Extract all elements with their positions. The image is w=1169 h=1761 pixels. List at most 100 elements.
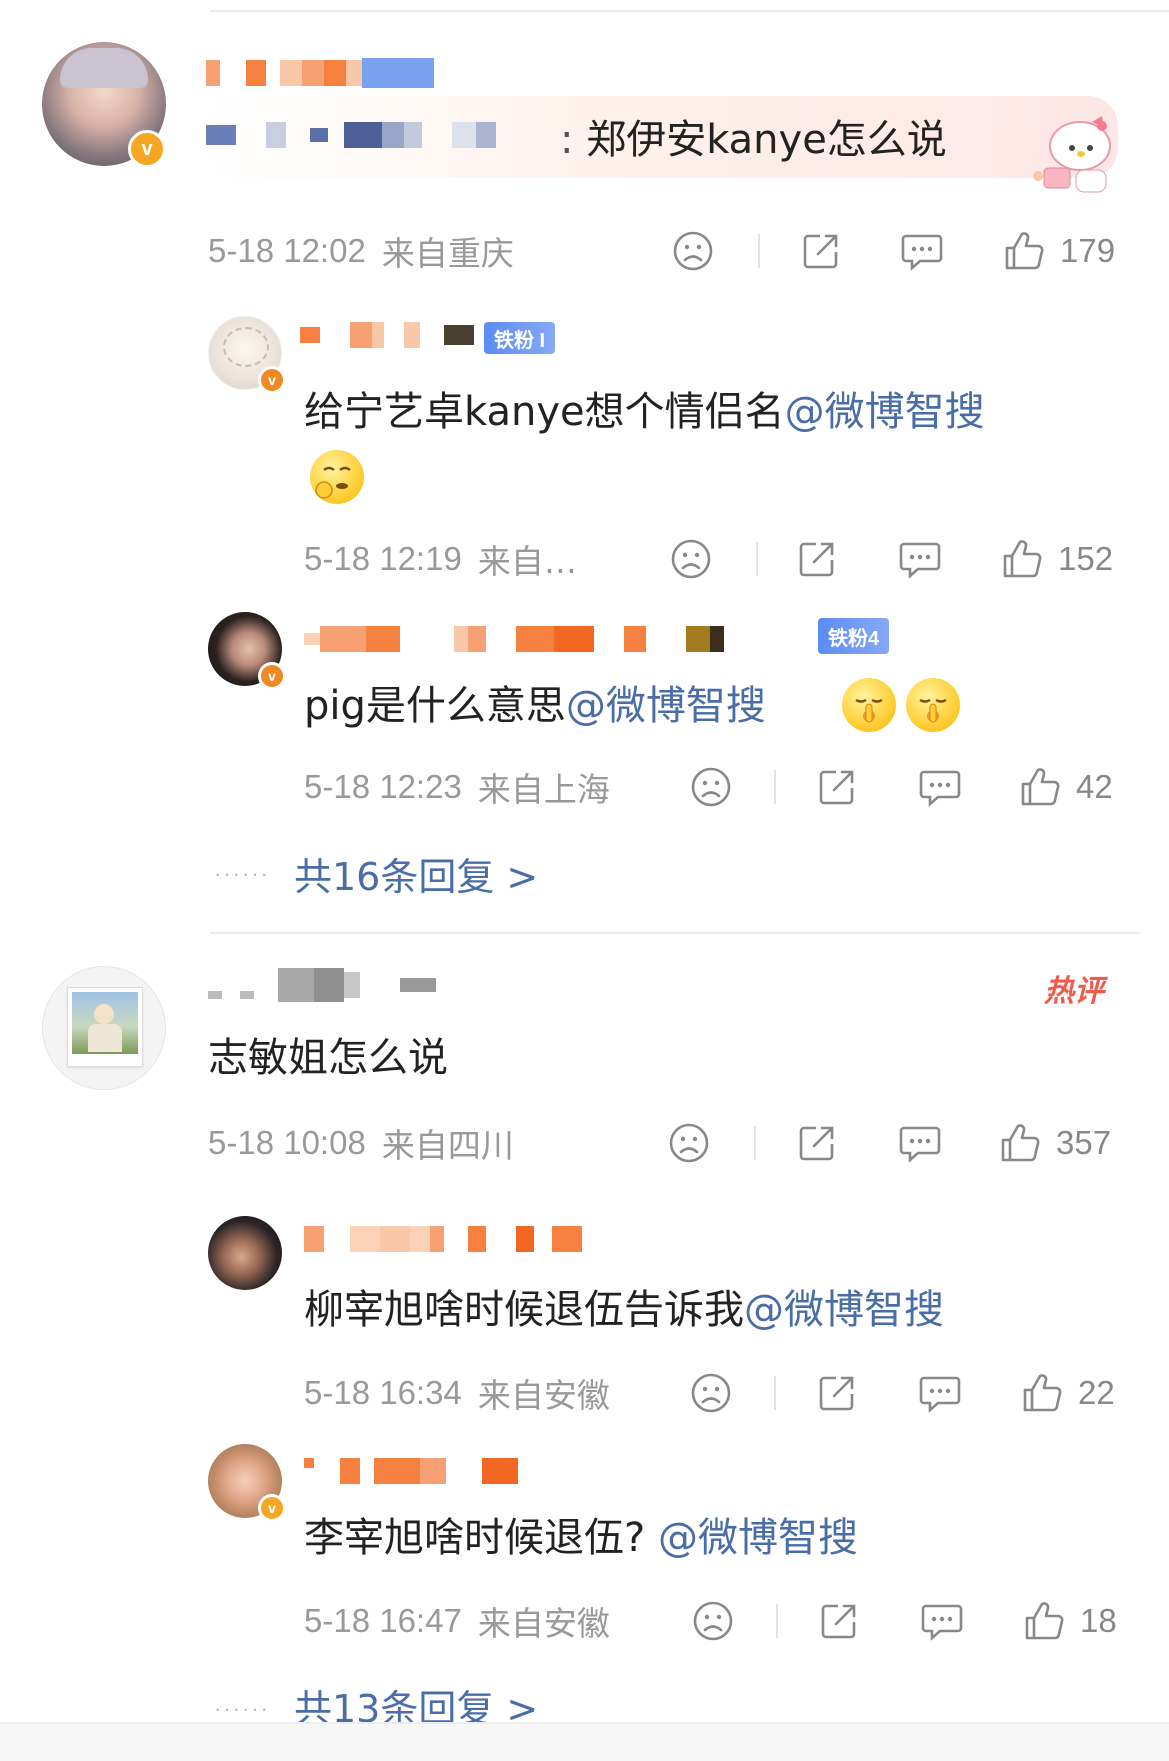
share-icon (799, 1126, 834, 1161)
comment-time: 5-18 12:23 (304, 768, 462, 805)
comment-2-meta: 5-18 10:08 来自四川 (208, 1118, 514, 1168)
like-count: 357 (1056, 1124, 1112, 1161)
share-icon (799, 542, 834, 577)
dislike-button[interactable] (692, 1596, 734, 1646)
reply-1-1-username-blurred[interactable] (300, 318, 474, 352)
more-replies-link[interactable]: ······ 共16条回复 > (214, 846, 538, 901)
action-separator (774, 770, 776, 804)
comment-2-avatar[interactable] (42, 966, 168, 1092)
thumbs-up-icon (1001, 1124, 1040, 1162)
dislike-button[interactable] (690, 762, 732, 812)
share-icon (819, 1376, 854, 1411)
mention-link[interactable]: @微博智搜 (785, 389, 985, 435)
like-button[interactable]: 152 (1000, 534, 1113, 584)
like-button[interactable]: 42 (1018, 762, 1113, 812)
comment-2-username-blurred[interactable] (208, 968, 436, 1002)
reply-2-1-username-blurred[interactable] (304, 1222, 582, 1256)
comment-location: 来自安徽 (477, 1376, 610, 1415)
like-button[interactable]: 179 (1002, 226, 1115, 276)
reply-2-2-text: 李宰旭啥时候退伍? @微博智搜 (304, 1515, 858, 1561)
comment-button[interactable] (920, 1596, 964, 1646)
share-button[interactable] (816, 762, 858, 812)
comment-icon (919, 1376, 961, 1413)
fan-badge: 铁粉4 (818, 618, 890, 654)
sad-face-icon (671, 539, 711, 579)
dislike-button[interactable] (670, 534, 712, 584)
share-button[interactable] (816, 1368, 858, 1418)
more-replies-dots: ······ (214, 860, 270, 886)
like-count: 18 (1080, 1602, 1117, 1639)
hot-comment-badge: 热评 (1044, 974, 1104, 1009)
reply-2-2-meta: 5-18 16:47 来自安徽 (304, 1596, 610, 1646)
comment-button[interactable] (900, 226, 944, 276)
reply-1-2-text: pig是什么意思@微博智搜 (304, 683, 766, 729)
thinking-face-emoji-icon (310, 450, 364, 504)
action-separator (754, 1126, 756, 1160)
like-count: 179 (1060, 232, 1116, 269)
more-replies-label[interactable]: 共16条回复 > (294, 846, 538, 901)
reply-1-1-meta: 5-18 12:19 来自… (304, 534, 577, 584)
comment-button[interactable] (918, 762, 962, 812)
reply-1-2-username-blurred[interactable] (304, 622, 724, 656)
comment-location: 来自上海 (477, 770, 610, 809)
sad-face-icon (669, 1123, 709, 1163)
mention-link[interactable]: @微博智搜 (566, 683, 766, 729)
comment-divider (210, 932, 1140, 934)
reply-2-1-avatar[interactable] (208, 1216, 284, 1292)
bottom-bar (0, 1724, 1169, 1761)
comment-1-text: : 郑伊安kanye怎么说 (560, 117, 947, 163)
dislike-button[interactable] (690, 1368, 732, 1418)
share-icon (819, 770, 854, 805)
comment-button[interactable] (918, 1368, 962, 1418)
comment-location: 来自… (477, 542, 577, 581)
like-count: 152 (1058, 540, 1114, 577)
comment-time: 5-18 10:08 (208, 1124, 366, 1161)
like-button[interactable]: 18 (1022, 1596, 1117, 1646)
more-replies-link[interactable]: ······ 共13条回复 > (214, 1678, 538, 1722)
action-separator (776, 1604, 778, 1638)
share-button[interactable] (800, 226, 842, 276)
comment-location: 来自四川 (381, 1126, 514, 1165)
comment-1-username-blurred[interactable] (206, 56, 434, 90)
comment-button[interactable] (898, 1118, 942, 1168)
dislike-button[interactable] (668, 1118, 710, 1168)
comment-1-avatar[interactable]: v (42, 42, 170, 170)
share-button[interactable] (818, 1596, 860, 1646)
mention-link[interactable]: @微博智搜 (658, 1515, 858, 1561)
verified-badge-icon: v (258, 366, 286, 394)
action-separator (756, 542, 758, 576)
reply-2-2-avatar[interactable]: v (208, 1444, 286, 1522)
like-button[interactable]: 357 (998, 1118, 1111, 1168)
share-button[interactable] (796, 534, 838, 584)
like-button[interactable]: 22 (1020, 1368, 1115, 1418)
comment-time: 5-18 12:19 (304, 540, 462, 577)
comment-1-reply-to-blurred (206, 118, 496, 152)
reply-2-2-username-blurred[interactable] (304, 1454, 518, 1488)
comment-icon (901, 234, 943, 271)
reply-1-1-avatar[interactable]: v (208, 316, 286, 394)
verified-badge-icon: v (128, 130, 166, 168)
comment-location: 来自重庆 (381, 234, 514, 273)
comment-2-text: 志敏姐怎么说 (208, 1035, 448, 1081)
comment-button[interactable] (898, 534, 942, 584)
thumbs-up-icon (1005, 232, 1044, 270)
comment-icon (899, 542, 941, 579)
reply-1-1-text: 给宁艺卓kanye想个情侣名@微博智搜 (304, 389, 985, 435)
comment-icon (921, 1604, 963, 1641)
action-separator (758, 234, 760, 268)
like-count: 42 (1076, 768, 1113, 805)
more-replies-label[interactable]: 共13条回复 > (294, 1678, 538, 1722)
reply-1-2-avatar[interactable]: v (208, 612, 286, 690)
dislike-button[interactable] (672, 226, 714, 276)
thumbs-up-icon (1025, 1602, 1064, 1640)
thumbs-up-icon (1021, 768, 1060, 806)
verified-badge-icon: v (258, 662, 286, 690)
thumbs-up-icon (1003, 540, 1042, 578)
share-icon (821, 1604, 856, 1639)
top-divider (210, 10, 1169, 12)
action-separator (774, 1376, 776, 1410)
shushing-face-emoji-icon (906, 678, 960, 732)
mention-link[interactable]: @微博智搜 (744, 1287, 944, 1333)
share-button[interactable] (796, 1118, 838, 1168)
comment-time: 5-18 16:34 (304, 1374, 462, 1411)
